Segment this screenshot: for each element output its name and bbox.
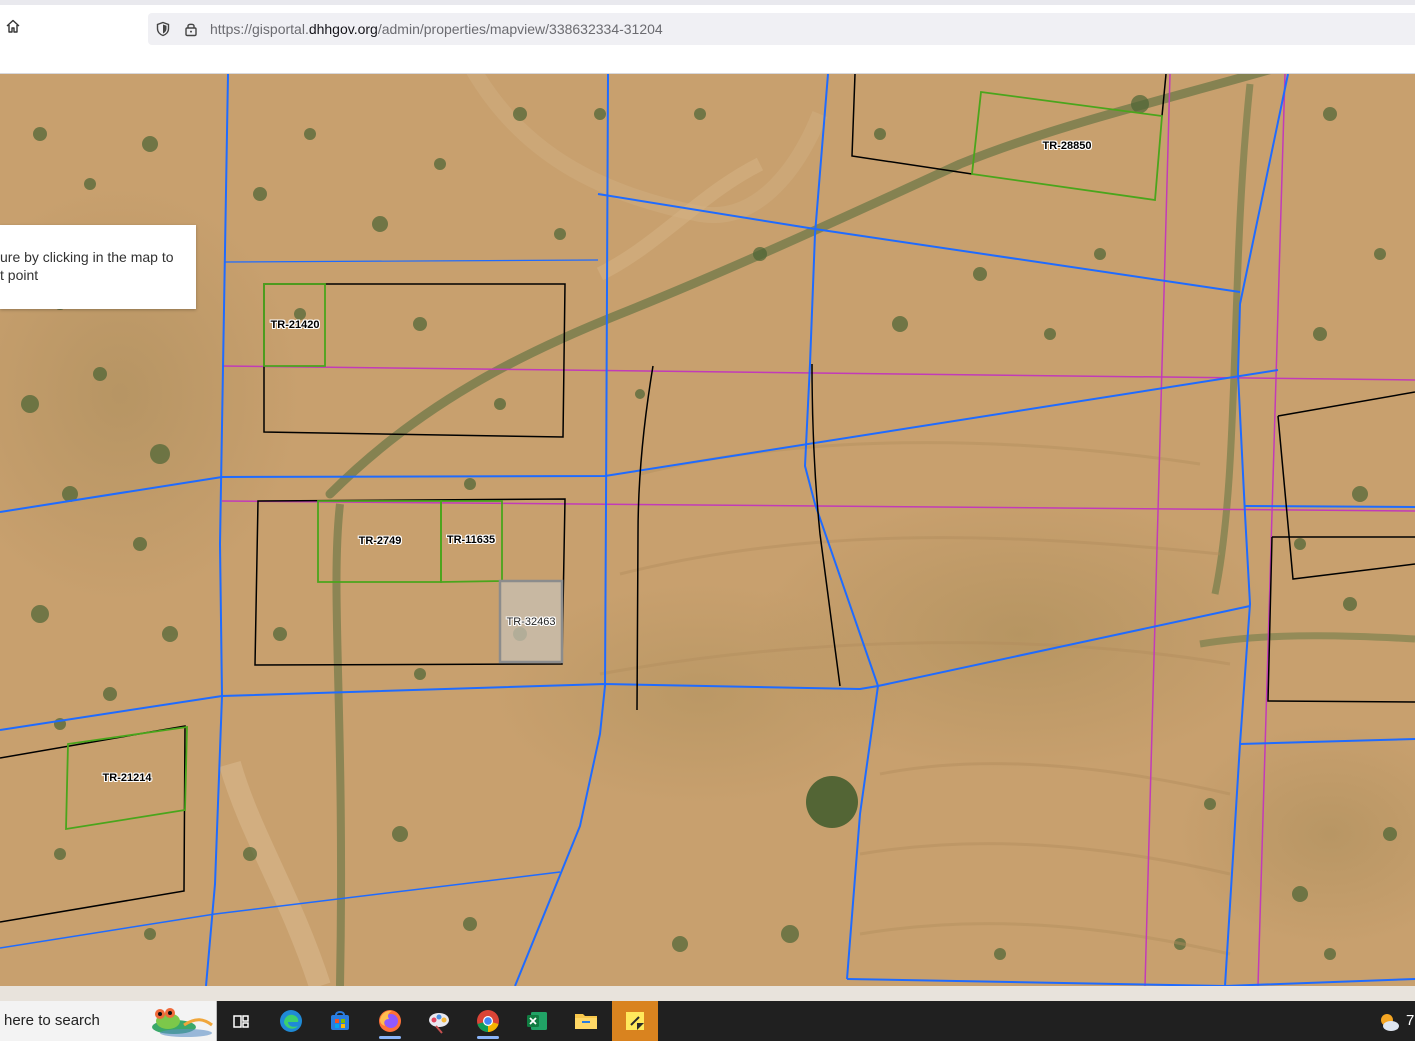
weather-temperature[interactable]: 7 bbox=[1406, 1012, 1414, 1030]
url-host: dhhgov.org bbox=[308, 21, 378, 37]
windows-taskbar: here to search 7 bbox=[0, 1001, 1415, 1041]
file-explorer-icon bbox=[575, 1014, 597, 1029]
home-button[interactable] bbox=[2, 15, 24, 37]
parcel-label-tr-32463[interactable]: TR-32463 bbox=[507, 616, 556, 628]
url-bar[interactable]: https://gisportal.dhhgov.org/admin/prope… bbox=[148, 13, 1415, 45]
chrome-icon bbox=[477, 1010, 499, 1032]
shrubs bbox=[21, 95, 1397, 960]
section-boundaries bbox=[221, 74, 1415, 986]
frog-icon bbox=[152, 1008, 213, 1037]
edge-icon bbox=[280, 1010, 302, 1032]
excel-icon bbox=[527, 1012, 547, 1030]
store-icon bbox=[331, 1011, 349, 1030]
browser-toolbar: https://gisportal.dhhgov.org/admin/prope… bbox=[0, 5, 1415, 47]
road-lines bbox=[0, 74, 1415, 986]
edge-button[interactable] bbox=[268, 1001, 314, 1041]
snipping-tool-button[interactable] bbox=[416, 1001, 462, 1041]
sticky-notes-button[interactable] bbox=[612, 1001, 658, 1041]
snipping-icon bbox=[429, 1013, 449, 1034]
excel-button[interactable] bbox=[514, 1001, 560, 1041]
weather-icon[interactable] bbox=[1378, 1011, 1400, 1033]
tree bbox=[806, 776, 858, 828]
parcel-label-tr-2749[interactable]: TR-2749 bbox=[359, 535, 402, 547]
store-button[interactable] bbox=[317, 1001, 363, 1041]
parcel-label-tr-28850[interactable]: TR-28850 bbox=[1043, 140, 1092, 152]
url-text[interactable]: https://gisportal.dhhgov.org/admin/prope… bbox=[210, 19, 663, 39]
field-furrows bbox=[599, 441, 1231, 956]
file-explorer-button[interactable] bbox=[563, 1001, 609, 1041]
sticky-notes-icon bbox=[626, 1012, 644, 1030]
firefox-button[interactable] bbox=[367, 1001, 413, 1041]
highlighted-parcels bbox=[65, 90, 1163, 831]
task-view-button[interactable] bbox=[218, 1001, 264, 1041]
map-attribution-bar bbox=[0, 986, 1415, 1001]
parcel-label-tr-11635[interactable]: TR-11635 bbox=[447, 534, 495, 546]
task-view-icon bbox=[233, 1015, 249, 1028]
parcel-label-tr-21214[interactable]: TR-21214 bbox=[103, 772, 152, 784]
wash-vegetation bbox=[332, 503, 346, 986]
parcel-label-tr-21420[interactable]: TR-21420 bbox=[271, 319, 320, 331]
measure-tooltip-text: ure by clicking in the map to t point bbox=[0, 249, 174, 283]
chrome-button[interactable] bbox=[465, 1001, 511, 1041]
url-prefix: https://gisportal. bbox=[210, 21, 309, 37]
measure-tooltip: ure by clicking in the map to t point bbox=[0, 225, 196, 309]
dirt-road bbox=[219, 760, 331, 986]
firefox-icon bbox=[379, 1010, 401, 1032]
map-view[interactable]: TR-28850 TR-21420 TR-2749 TR-11635 TR-32… bbox=[0, 74, 1415, 986]
bookmarks-bar bbox=[0, 47, 1415, 74]
wash-vegetation bbox=[1199, 632, 1415, 648]
lock-icon[interactable] bbox=[182, 20, 200, 38]
shield-icon[interactable] bbox=[154, 20, 172, 38]
taskbar-search-box[interactable]: here to search bbox=[0, 1001, 217, 1041]
home-icon bbox=[6, 19, 20, 33]
url-path: /admin/properties/mapview/338632334-3120… bbox=[377, 21, 663, 37]
map-canvas[interactable] bbox=[0, 74, 1415, 986]
taskbar-search-text: here to search bbox=[4, 1012, 100, 1029]
dirt-path bbox=[466, 74, 828, 224]
